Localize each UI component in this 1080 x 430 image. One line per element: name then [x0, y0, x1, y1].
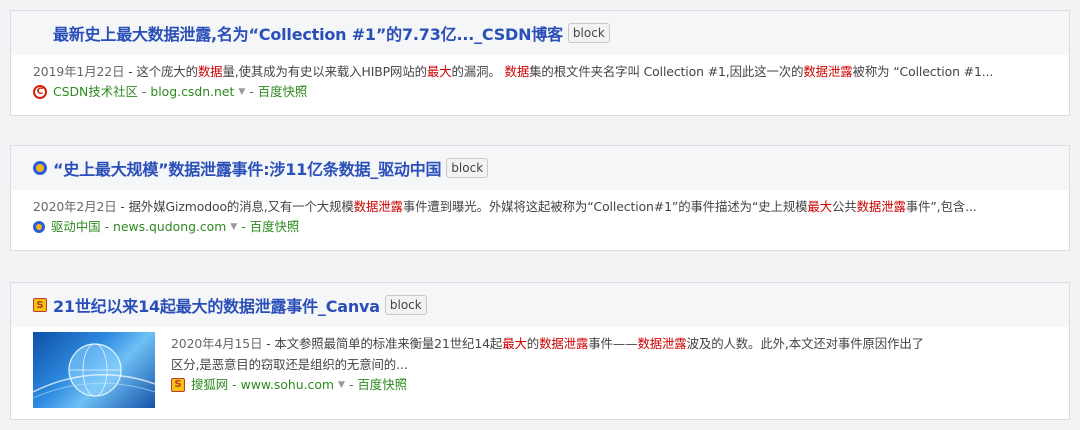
result-header: S 21世纪以来14起最大的数据泄露事件_Canva block — [11, 283, 1069, 327]
abstract-text: - 据外媒Gizmodoo的消息,又有一个大规模 — [116, 199, 354, 214]
result-card-3: S 21世纪以来14起最大的数据泄露事件_Canva block 2020年4月… — [10, 282, 1070, 420]
abstract-highlight: 数据泄露 — [539, 336, 589, 351]
abstract-highlight: 最大 — [807, 199, 833, 214]
source-url-link[interactable]: blog.csdn.net — [150, 82, 234, 102]
source-separator: - — [241, 219, 246, 234]
result-abstract: 2020年4月15日 - 本文参照最简单的标准来衡量21世纪14起最大的数据泄露… — [171, 333, 924, 354]
result-abstract: 2020年2月2日 - 据外媒Gizmodoo的消息,又有一个大规模数据泄露事件… — [33, 196, 1047, 217]
source-name-link[interactable]: 搜狐网 — [191, 375, 228, 395]
result-card-2: “史上最大规模”数据泄露事件:涉11亿条数据_驱动中国 block 2020年2… — [10, 145, 1070, 251]
abstract-highlight: 数据泄露 — [637, 336, 687, 351]
abstract-text: 被称为 “Collection #1... — [852, 64, 994, 79]
source-separator: - — [232, 377, 237, 392]
csdn-favicon-icon: C — [33, 85, 47, 99]
abstract-text: 波及的人数。此外,本文还对事件原因作出了 — [686, 336, 924, 351]
qudong-favicon-icon — [33, 221, 45, 233]
chevron-down-icon[interactable]: ▼ — [230, 217, 237, 237]
abstract-highlight: 数据泄露 — [353, 199, 403, 214]
abstract-text: 量,使其成为有史以来载入HIBP网站的 — [222, 64, 427, 79]
result-body: 2019年1月22日 - 这个庞大的数据量,使其成为有史以来载入HIBP网站的最… — [11, 55, 1069, 102]
result-body: 2020年2月2日 - 据外媒Gizmodoo的消息,又有一个大规模数据泄露事件… — [11, 190, 1069, 237]
block-button[interactable]: block — [567, 23, 610, 43]
abstract-highlight: 数据泄露 — [803, 64, 853, 79]
result-text-column: 2020年4月15日 - 本文参照最简单的标准来衡量21世纪14起最大的数据泄露… — [155, 332, 924, 408]
block-button[interactable]: block — [446, 158, 489, 178]
abstract-text: 集的根文件夹名字叫 Collection #1,因此这一次的 — [529, 64, 804, 79]
abstract-highlight: 最大 — [426, 64, 452, 79]
abstract-text: 公共 — [832, 199, 857, 214]
globe-network-thumbnail[interactable] — [33, 332, 155, 408]
snapshot-link[interactable]: 百度快照 — [357, 375, 407, 395]
result-source: C CSDN技术社区 - blog.csdn.net ▼ - 百度快照 — [33, 82, 1047, 102]
abstract-text: 事件遭到曝光。外媒将这起被称为“Collection#1”的事件描述为“史上规模 — [402, 199, 808, 214]
result-date: 2020年2月2日 — [33, 199, 117, 214]
abstract-highlight: 数据 — [504, 64, 530, 79]
result-header: 最新史上最大数据泄露,名为“Collection #1”的7.73亿..._CS… — [11, 11, 1069, 55]
result-abstract: 2019年1月22日 - 这个庞大的数据量,使其成为有史以来载入HIBP网站的最… — [33, 61, 1047, 82]
result-title-link[interactable]: 21世纪以来14起最大的数据泄露事件_Canva — [53, 293, 380, 317]
abstract-highlight: 数据泄露 — [856, 199, 906, 214]
source-separator: - — [104, 219, 110, 234]
sohu-favicon-icon: S — [171, 378, 185, 392]
abstract-text: 事件”,包含... — [905, 199, 977, 214]
source-separator: - — [348, 377, 354, 392]
sohu-favicon-icon: S — [33, 298, 47, 312]
result-source: 驱动中国 - news.qudong.com ▼ - 百度快照 — [33, 217, 1047, 237]
source-name-link[interactable]: CSDN技术社区 — [53, 82, 138, 102]
source-url-link[interactable]: news.qudong.com — [113, 217, 226, 237]
result-title-link[interactable]: 最新史上最大数据泄露,名为“Collection #1”的7.73亿..._CS… — [53, 21, 563, 45]
abstract-text: 事件—— — [588, 336, 638, 351]
result-date: 2019年1月22日 — [33, 64, 125, 79]
snapshot-link[interactable]: 百度快照 — [250, 217, 300, 237]
qudong-favicon-icon — [33, 161, 47, 175]
result-title-link[interactable]: “史上最大规模”数据泄露事件:涉11亿条数据_驱动中国 — [53, 156, 441, 180]
snapshot-link[interactable]: 百度快照 — [258, 82, 308, 102]
result-body: 2020年4月15日 - 本文参照最简单的标准来衡量21世纪14起最大的数据泄露… — [11, 327, 1069, 408]
chevron-down-icon[interactable]: ▼ — [238, 82, 245, 102]
chevron-down-icon[interactable]: ▼ — [338, 375, 345, 395]
result-abstract-line2: 区分,是恶意目的窃取还是组织的无意间的... — [171, 357, 408, 372]
abstract-text: 的 — [526, 336, 540, 351]
source-url-link[interactable]: www.sohu.com — [241, 375, 334, 395]
abstract-highlight: 数据 — [197, 64, 223, 79]
source-name-link[interactable]: 驱动中国 — [51, 217, 101, 237]
abstract-text: - 这个庞大的 — [124, 64, 198, 79]
abstract-text: 的漏洞。 — [451, 64, 505, 79]
abstract-highlight: 最大 — [502, 336, 527, 351]
result-source: S 搜狐网 - www.sohu.com ▼ - 百度快照 — [171, 375, 924, 395]
result-date: 2020年4月15日 — [171, 336, 263, 351]
source-separator: - — [249, 84, 254, 99]
result-header: “史上最大规模”数据泄露事件:涉11亿条数据_驱动中国 block — [11, 146, 1069, 190]
abstract-text: - 本文参照最简单的标准来衡量21世纪14起 — [262, 336, 503, 351]
result-card-1: 最新史上最大数据泄露,名为“Collection #1”的7.73亿..._CS… — [10, 10, 1070, 116]
block-button[interactable]: block — [384, 295, 427, 315]
source-separator: - — [141, 84, 147, 99]
